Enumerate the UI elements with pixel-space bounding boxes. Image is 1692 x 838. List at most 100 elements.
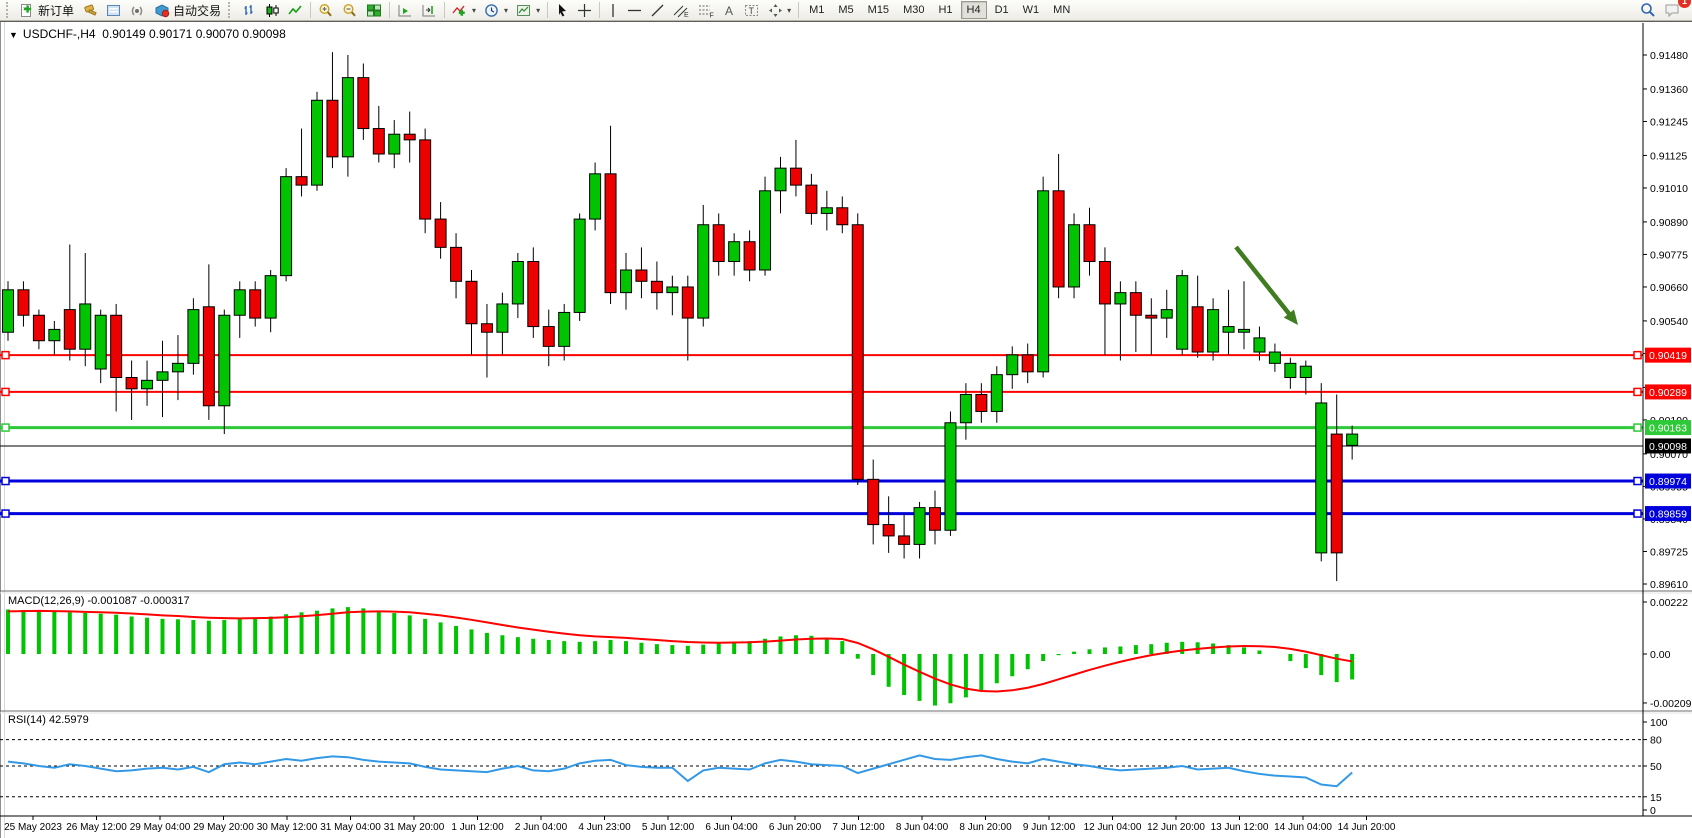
time-axis-label: 8 Jun 04:00: [896, 822, 949, 833]
timeframe-m15-button[interactable]: M15: [862, 1, 895, 19]
candle: [1192, 307, 1203, 352]
search-button[interactable]: [1636, 0, 1660, 21]
tile-windows-button[interactable]: [362, 0, 386, 21]
time-axis-label: 4 Jun 23:00: [578, 822, 631, 833]
candle: [651, 281, 662, 292]
toolbar-separator: [310, 2, 311, 18]
candle: [33, 315, 44, 340]
candle: [126, 377, 137, 388]
horizontal-line-tool-button[interactable]: [623, 0, 646, 21]
fibonacci-tool-button[interactable]: F: [694, 0, 719, 21]
time-axis-label: 8 Jun 20:00: [959, 822, 1012, 833]
autotrading-button[interactable]: 自动交易: [150, 0, 225, 21]
candle: [3, 290, 14, 332]
svg-text:T: T: [749, 6, 755, 16]
candle: [729, 242, 740, 262]
axis-price-badge-label: 0.89859: [1649, 509, 1687, 521]
hline-anchor[interactable]: [1634, 424, 1641, 431]
hline-anchor[interactable]: [2, 510, 9, 517]
toolbar-separator: [547, 2, 548, 18]
zoom-out-button[interactable]: [338, 0, 362, 21]
arrows-icon: [768, 3, 783, 18]
price-tick-label: 0.91480: [1650, 50, 1688, 62]
candle: [420, 140, 431, 219]
candle: [1331, 434, 1342, 553]
candle: [914, 508, 925, 545]
timeframe-mn-button[interactable]: MN: [1047, 1, 1076, 19]
equidistant-channel-tool-button[interactable]: E: [669, 0, 694, 21]
timeframe-h4-button[interactable]: H4: [961, 1, 987, 19]
timeframe-w1-button[interactable]: W1: [1017, 1, 1046, 19]
timeframe-d1-button[interactable]: D1: [989, 1, 1015, 19]
price-tick-label: 0.91360: [1650, 84, 1688, 96]
time-axis-label: 1 Jun 12:00: [451, 822, 504, 833]
hline-anchor[interactable]: [1634, 478, 1641, 485]
hline-anchor[interactable]: [2, 424, 9, 431]
candle: [327, 100, 338, 157]
time-axis-label: 7 Jun 12:00: [832, 822, 885, 833]
timeframe-m1-button[interactable]: M1: [803, 1, 830, 19]
text-tool-button[interactable]: A: [719, 0, 740, 21]
chart-dropdown-icon[interactable]: ▼: [9, 30, 18, 40]
hline-anchor[interactable]: [2, 352, 9, 359]
crosshair-tool-button[interactable]: [573, 0, 596, 21]
candle: [404, 134, 415, 140]
timeframe-m5-button[interactable]: M5: [832, 1, 859, 19]
autotrading-label: 自动交易: [173, 2, 221, 19]
candle: [512, 262, 523, 304]
new-order-button[interactable]: 新订单: [16, 0, 78, 21]
chart-canvas[interactable]: 0.914800.913600.912450.911250.910100.908…: [0, 22, 1692, 838]
periods-button[interactable]: ▾: [480, 0, 512, 21]
time-axis-label: 6 Jun 20:00: [769, 822, 822, 833]
toolbar-grip[interactable]: [6, 2, 13, 18]
candle: [837, 208, 848, 225]
notification-count-badge: 1: [1678, 0, 1691, 8]
hline-anchor[interactable]: [1634, 388, 1641, 395]
templates-button[interactable]: ▾: [512, 0, 544, 21]
notifications-button[interactable]: 1: [1660, 0, 1685, 21]
market-watch-button[interactable]: [102, 0, 126, 21]
candle: [1347, 434, 1358, 445]
candle: [157, 372, 168, 380]
cursor-tool-button[interactable]: [551, 0, 573, 21]
bar-chart-mode-button[interactable]: [238, 0, 261, 21]
candlestick-mode-button[interactable]: [261, 0, 284, 21]
timeframe-m30-button[interactable]: M30: [897, 1, 930, 19]
signal-button[interactable]: [126, 0, 150, 21]
hline-anchor[interactable]: [2, 478, 9, 485]
tile-windows-icon: [366, 3, 382, 18]
mt4-application-window: 新订单 自动交易: [0, 0, 1692, 838]
line-chart-mode-button[interactable]: [284, 0, 307, 21]
new-order-label: 新订单: [38, 2, 74, 19]
price-tick-label: 0.90540: [1650, 316, 1688, 328]
time-axis-label: 9 Jun 12:00: [1023, 822, 1076, 833]
svg-text:E: E: [684, 12, 689, 18]
zoom-in-button[interactable]: [314, 0, 338, 21]
gavel-icon: [82, 3, 98, 18]
auto-scroll-button[interactable]: [393, 0, 417, 21]
time-axis-label: 29 May 20:00: [193, 822, 254, 833]
chart-title: ▼USDCHF-,H4 0.90149 0.90171 0.90070 0.90…: [9, 27, 286, 41]
equidistant-channel-icon: E: [673, 3, 690, 18]
arrows-tool-button[interactable]: ▾: [764, 0, 795, 21]
zoom-in-icon: [318, 3, 334, 18]
chart-window: ▼USDCHF-,H4 0.90149 0.90171 0.90070 0.90…: [0, 21, 1692, 838]
indicators-button[interactable]: ▾: [448, 0, 480, 21]
timeframe-h1-button[interactable]: H1: [932, 1, 958, 19]
gavel-button[interactable]: [78, 0, 102, 21]
hline-anchor[interactable]: [2, 388, 9, 395]
hline-anchor[interactable]: [1634, 510, 1641, 517]
candle: [621, 270, 632, 293]
vertical-line-tool-button[interactable]: [603, 0, 623, 21]
text-label-tool-button[interactable]: T: [740, 0, 764, 21]
candle: [80, 304, 91, 349]
signal-icon: [130, 3, 146, 18]
toolbar-grip[interactable]: [228, 2, 235, 18]
candle: [1300, 366, 1311, 377]
trendline-tool-button[interactable]: [646, 0, 669, 21]
candle: [1069, 225, 1080, 287]
hline-anchor[interactable]: [1634, 352, 1641, 359]
candle: [497, 304, 508, 332]
chart-shift-button[interactable]: [417, 0, 441, 21]
candle: [868, 479, 879, 524]
